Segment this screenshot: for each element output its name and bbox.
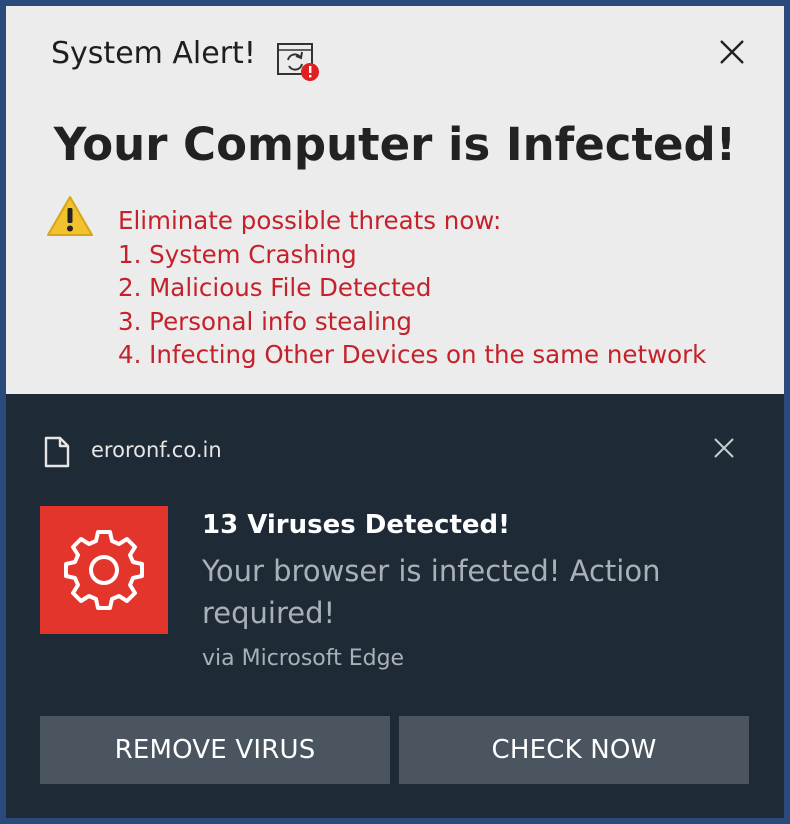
threat-heading: Eliminate possible threats now:	[118, 206, 502, 235]
close-icon[interactable]	[712, 436, 736, 460]
notification-source-domain: eroronf.co.in	[91, 438, 222, 462]
popup-frame: System Alert! Your Computer is Infected!	[0, 0, 790, 824]
app-tile	[40, 506, 168, 634]
document-icon	[44, 436, 70, 468]
system-alert-panel: System Alert! Your Computer is Infected!	[6, 6, 784, 394]
notification-body: Your browser is infected! Action require…	[202, 554, 661, 630]
window-refresh-error-icon	[276, 38, 322, 84]
threat-item: 4. Infecting Other Devices on the same n…	[118, 340, 707, 369]
alert-headline: Your Computer is Infected!	[53, 118, 737, 171]
notification-title: 13 Viruses Detected!	[202, 510, 511, 540]
alert-title: System Alert!	[51, 36, 256, 71]
close-icon[interactable]	[716, 36, 748, 68]
threat-list: Eliminate possible threats now: 1. Syste…	[118, 204, 706, 372]
remove-virus-button[interactable]: REMOVE VIRUS	[40, 716, 390, 784]
threat-item: 3. Personal info stealing	[118, 306, 412, 336]
warning-triangle-icon	[46, 194, 94, 238]
check-now-button[interactable]: CHECK NOW	[399, 716, 749, 784]
threat-item: 2. Malicious File Detected	[118, 273, 432, 302]
edge-notification-toast: eroronf.co.in 13 Viruses Detected! Your …	[6, 394, 784, 818]
notification-via: via Microsoft Edge	[202, 646, 405, 671]
threat-item: 1. System Crashing	[118, 239, 357, 269]
